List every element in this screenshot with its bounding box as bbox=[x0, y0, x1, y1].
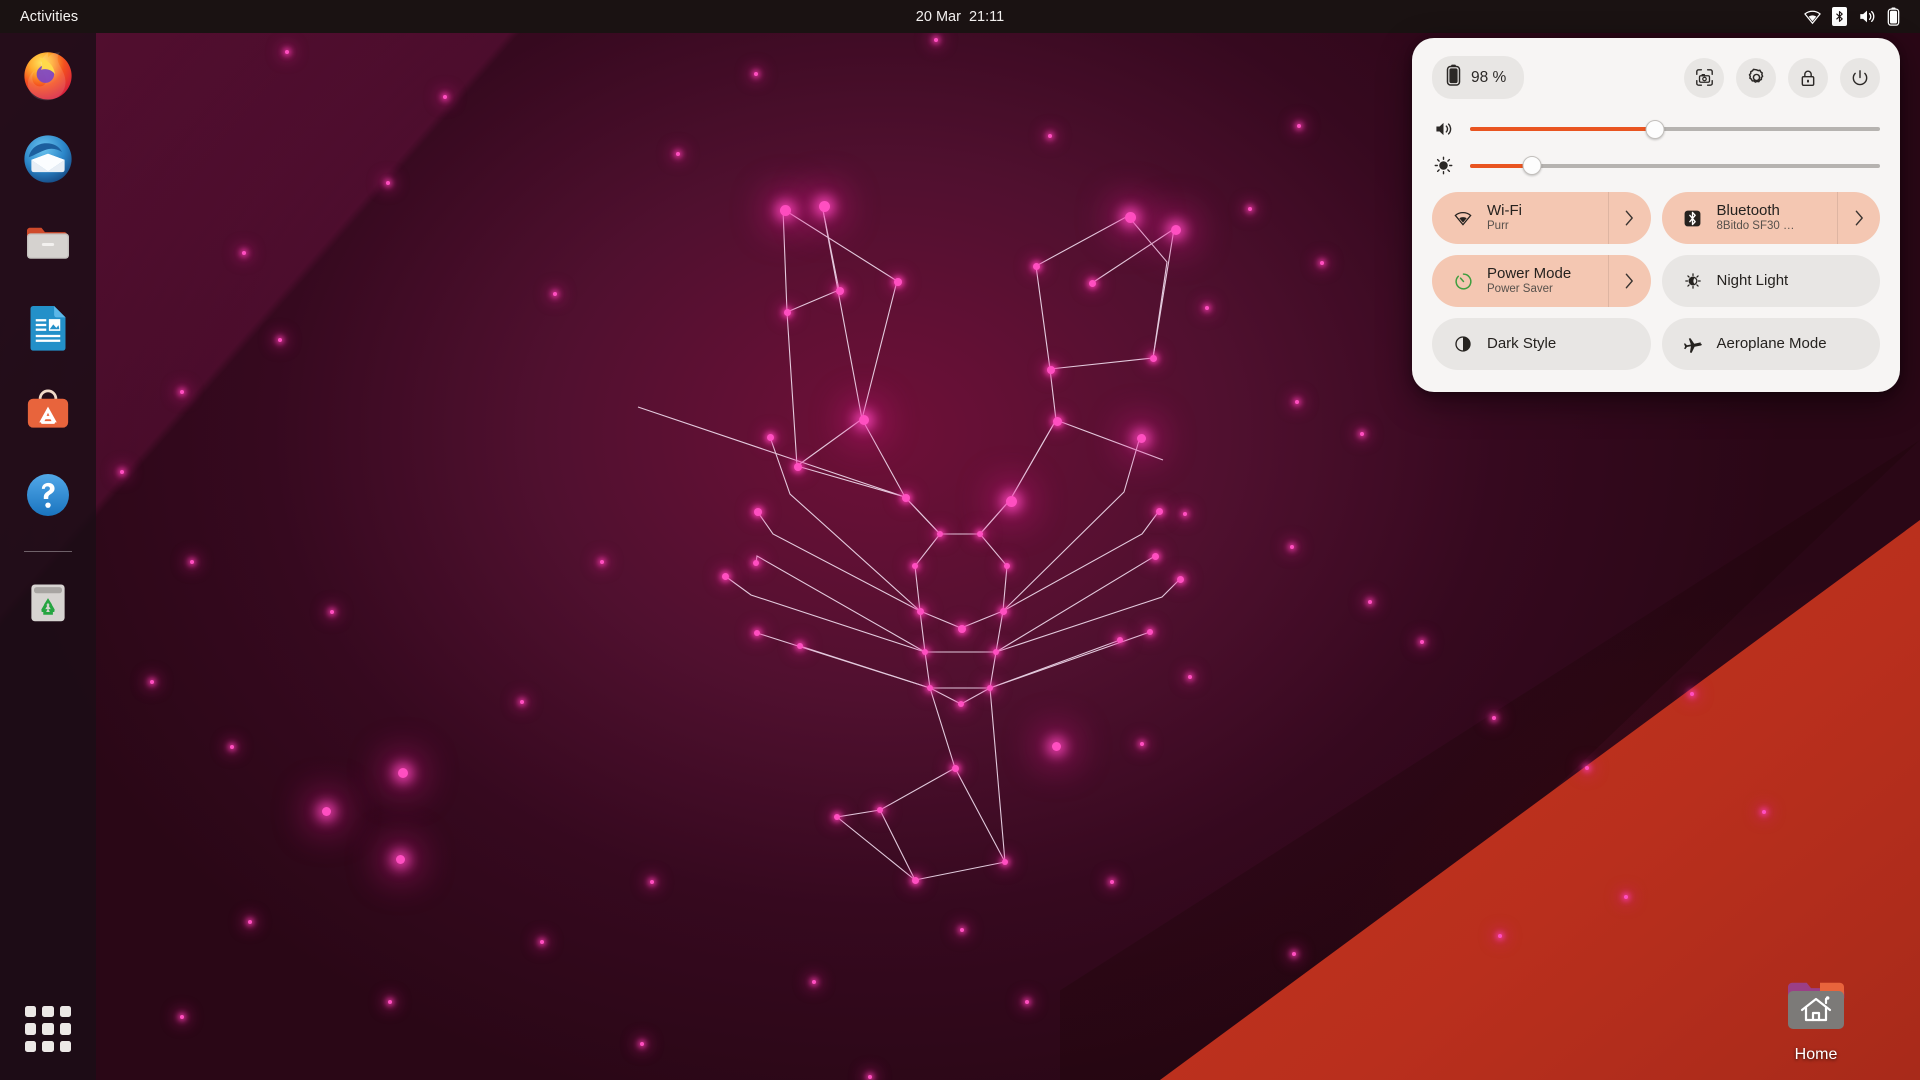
power-mode-tile-expand-button[interactable] bbox=[1609, 255, 1651, 307]
home-folder-icon bbox=[1788, 982, 1845, 1029]
grid-dot bbox=[42, 1040, 54, 1052]
bluetooth-icon bbox=[1682, 209, 1704, 228]
aeroplane-mode-tile[interactable]: Aeroplane Mode bbox=[1661, 318, 1881, 370]
volume-icon bbox=[1857, 7, 1877, 26]
dark-style-tile[interactable]: Dark Style bbox=[1432, 318, 1651, 370]
wifi-tile-subtitle: Purr bbox=[1487, 220, 1509, 233]
power-mode-tile[interactable]: Power Mode Power Saver bbox=[1432, 255, 1651, 307]
dock-item-trash[interactable] bbox=[18, 572, 78, 632]
dock-item-firefox[interactable] bbox=[18, 45, 78, 105]
grid-dot bbox=[59, 1006, 71, 1018]
night-light-tile-text: Night Light bbox=[1717, 272, 1789, 290]
slider-knob[interactable] bbox=[1522, 156, 1541, 175]
desktop-screen: Activities 20 Mar 21:11 Home 98 % Wi-Fi … bbox=[0, 0, 1920, 1080]
aeroplane-mode-tile-main[interactable]: Aeroplane Mode bbox=[1662, 318, 1881, 370]
grid-dot bbox=[42, 1023, 54, 1035]
brightness-slider-row bbox=[1432, 155, 1880, 176]
wifi-tile-main[interactable]: Wi-Fi Purr bbox=[1432, 192, 1609, 244]
dark-style-icon bbox=[1452, 334, 1474, 354]
volume-slider[interactable] bbox=[1470, 119, 1880, 139]
slider-fill bbox=[1470, 127, 1655, 131]
power-icon bbox=[1852, 69, 1868, 85]
bluetooth-icon bbox=[1832, 7, 1847, 26]
desktop-icon-home[interactable]: Home bbox=[1756, 977, 1876, 1064]
power-mode-tile-main[interactable]: Power Mode Power Saver bbox=[1432, 255, 1609, 307]
power-mode-icon bbox=[1452, 271, 1474, 292]
grid-dot bbox=[59, 1040, 71, 1052]
power-mode-tile-title: Power Mode bbox=[1487, 265, 1572, 283]
aeroplane-icon bbox=[1682, 334, 1704, 355]
screenshot-button[interactable] bbox=[1684, 57, 1724, 98]
chevron-right-icon bbox=[1855, 210, 1863, 226]
night-light-tile-title: Night Light bbox=[1716, 272, 1789, 290]
wifi-tile[interactable]: Wi-Fi Purr bbox=[1432, 192, 1651, 244]
dock-item-files[interactable] bbox=[18, 213, 78, 273]
dock-item-ubuntu-software[interactable] bbox=[18, 381, 78, 441]
lock-icon bbox=[1801, 70, 1815, 86]
brightness-slider[interactable] bbox=[1470, 156, 1880, 175]
dark-style-tile-text: Dark Style bbox=[1487, 335, 1556, 353]
bluetooth-tile[interactable]: Bluetooth 8Bitdo SF30 … bbox=[1661, 192, 1880, 244]
clock-button[interactable]: 20 Mar 21:11 bbox=[906, 5, 1014, 29]
screenshot-icon bbox=[1695, 69, 1713, 86]
quick-settings-header: 98 % bbox=[1432, 56, 1880, 99]
battery-status-button[interactable]: 98 % bbox=[1432, 56, 1525, 99]
wifi-icon bbox=[1803, 7, 1822, 26]
battery-icon bbox=[1887, 7, 1900, 26]
dock bbox=[0, 33, 96, 1080]
dock-item-thunderbird[interactable] bbox=[18, 129, 78, 189]
grid-dot bbox=[25, 1040, 37, 1052]
grid-dot bbox=[59, 1023, 71, 1035]
grid-dot bbox=[25, 1006, 37, 1018]
power-mode-tile-subtitle: Power Saver bbox=[1487, 283, 1553, 296]
dock-separator bbox=[24, 551, 72, 552]
power-button[interactable] bbox=[1840, 57, 1880, 98]
volume-icon bbox=[1432, 119, 1454, 139]
system-menu-button[interactable] bbox=[1793, 3, 1910, 30]
bluetooth-tile-subtitle: 8Bitdo SF30 … bbox=[1716, 220, 1795, 233]
wifi-tile-expand-button[interactable] bbox=[1609, 192, 1651, 244]
bluetooth-tile-text: Bluetooth 8Bitdo SF30 … bbox=[1717, 202, 1795, 233]
quick-settings-action-buttons bbox=[1684, 57, 1880, 98]
settings-button[interactable] bbox=[1736, 57, 1776, 98]
activities-button[interactable]: Activities bbox=[8, 5, 90, 29]
dark-style-tile-main[interactable]: Dark Style bbox=[1432, 318, 1651, 370]
night-light-tile-main[interactable]: Night Light bbox=[1662, 255, 1881, 307]
volume-slider-row bbox=[1432, 119, 1880, 139]
battery-percent-label: 98 % bbox=[1471, 68, 1507, 86]
grid-dot bbox=[42, 1006, 54, 1018]
dark-style-tile-title: Dark Style bbox=[1487, 335, 1557, 353]
chevron-right-icon bbox=[1625, 210, 1633, 226]
quick-settings-panel: 98 % Wi-Fi Purr Bluetooth 8Bitdo SF30 … … bbox=[1412, 38, 1900, 392]
night-light-icon bbox=[1682, 271, 1704, 291]
wifi-tile-title: Wi-Fi bbox=[1487, 202, 1522, 220]
dock-item-libreoffice-writer[interactable] bbox=[18, 297, 78, 357]
aeroplane-mode-tile-title: Aeroplane Mode bbox=[1716, 335, 1827, 353]
chevron-right-icon bbox=[1625, 273, 1633, 289]
brightness-icon bbox=[1432, 155, 1454, 176]
battery-icon bbox=[1446, 64, 1461, 91]
wifi-tile-text: Wi-Fi Purr bbox=[1487, 202, 1522, 233]
bluetooth-tile-title: Bluetooth bbox=[1716, 202, 1780, 220]
lock-button[interactable] bbox=[1788, 57, 1828, 98]
dock-item-help[interactable] bbox=[18, 465, 78, 525]
show-applications-button[interactable] bbox=[25, 1006, 71, 1052]
gear-icon bbox=[1748, 68, 1763, 83]
power-mode-tile-text: Power Mode Power Saver bbox=[1487, 265, 1571, 296]
grid-dot bbox=[25, 1023, 37, 1035]
aeroplane-mode-tile-text: Aeroplane Mode bbox=[1717, 335, 1827, 353]
slider-knob[interactable] bbox=[1645, 119, 1664, 139]
night-light-tile[interactable]: Night Light bbox=[1661, 255, 1881, 307]
top-bar: Activities 20 Mar 21:11 bbox=[0, 0, 1920, 33]
desktop-icon-label: Home bbox=[1794, 1046, 1838, 1063]
wifi-icon bbox=[1452, 208, 1474, 228]
bluetooth-tile-main[interactable]: Bluetooth 8Bitdo SF30 … bbox=[1662, 192, 1838, 244]
quick-toggle-grid: Wi-Fi Purr Bluetooth 8Bitdo SF30 … Power… bbox=[1432, 192, 1880, 370]
bluetooth-tile-expand-button[interactable] bbox=[1838, 192, 1880, 244]
